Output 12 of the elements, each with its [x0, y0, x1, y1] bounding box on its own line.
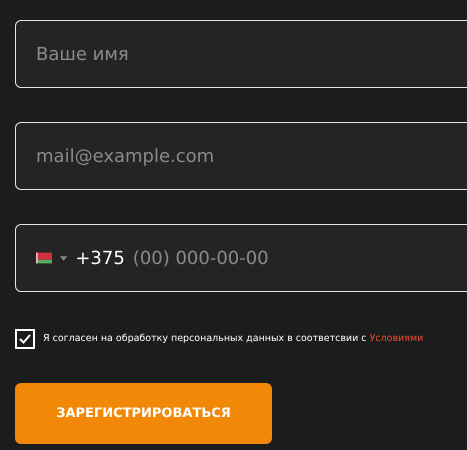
check-icon: [19, 334, 31, 344]
country-code: +375: [75, 246, 125, 270]
phone-field[interactable]: +375 (00) 000-00-00: [15, 224, 467, 292]
register-button[interactable]: ЗАРЕГИСТРИРОВАТЬСЯ: [15, 383, 272, 444]
consent-text: Я согласен на обработку персональных данных в соответсвии с Условиями: [43, 332, 424, 346]
name-field[interactable]: Ваше имя: [15, 20, 467, 88]
phone-input[interactable]: (00) 000-00-00: [132, 244, 467, 272]
flag-icon: [36, 252, 52, 264]
caret-icon[interactable]: [60, 256, 68, 260]
consent-checkbox[interactable]: [15, 329, 35, 349]
email-field[interactable]: mail@example.com: [15, 122, 467, 190]
terms-link[interactable]: Условиями: [370, 332, 424, 344]
